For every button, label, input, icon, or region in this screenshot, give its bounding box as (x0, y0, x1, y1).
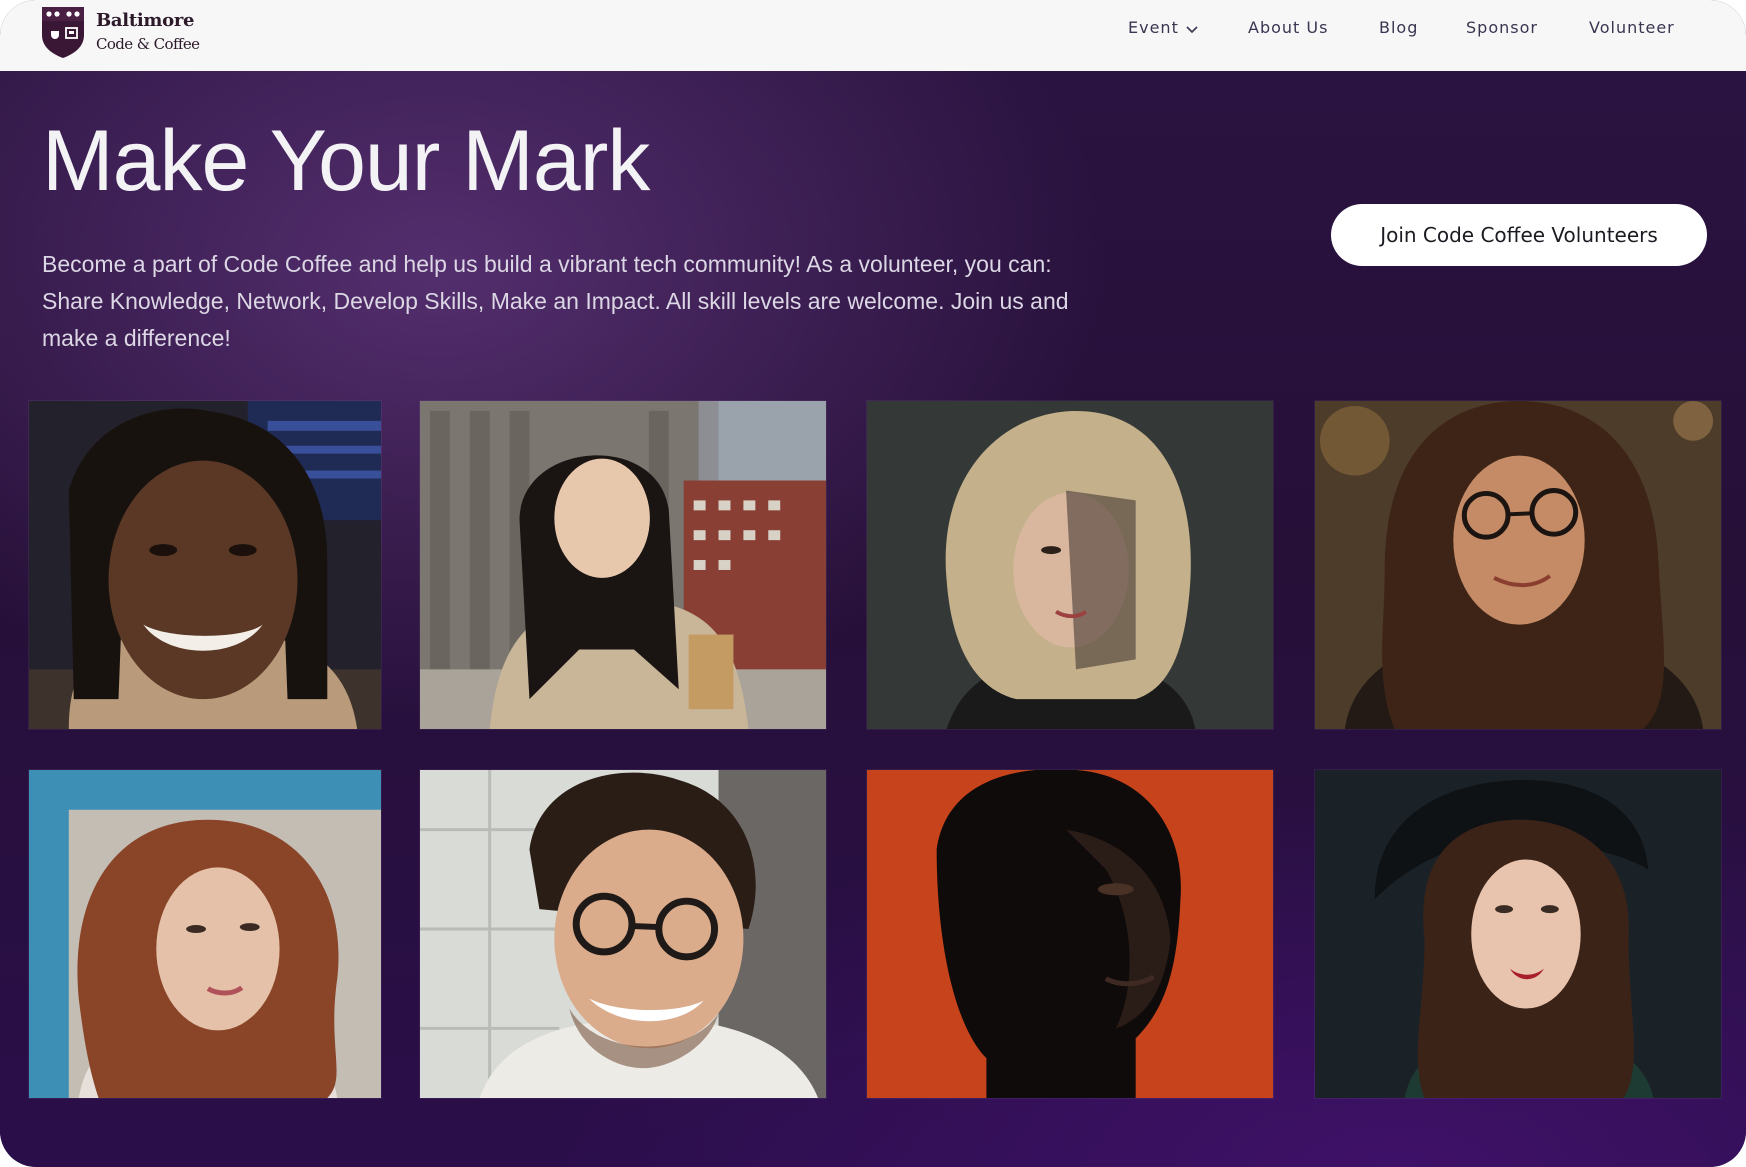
nav-item-sponsor[interactable]: Sponsor (1466, 18, 1538, 37)
volunteer-photo-5 (28, 769, 382, 1099)
brand-subname: Code & Coffee (96, 35, 200, 53)
volunteer-photo-1 (28, 400, 382, 730)
top-navbar: Baltimore Code & Coffee Event About Us B… (0, 0, 1746, 71)
volunteer-photo-8 (1314, 769, 1722, 1099)
chevron-down-icon (1186, 25, 1198, 33)
join-volunteers-button[interactable]: Join Code Coffee Volunteers (1331, 204, 1707, 266)
volunteer-photo-7 (866, 769, 1274, 1099)
volunteer-photo-6 (419, 769, 827, 1099)
nav-item-event-label: Event (1128, 18, 1179, 37)
hero-description: Become a part of Code Coffee and help us… (42, 251, 1069, 351)
volunteer-photo-2 (419, 400, 827, 730)
shield-crest-icon (42, 7, 84, 58)
nav-item-about-us[interactable]: About Us (1248, 18, 1328, 37)
nav-item-blog[interactable]: Blog (1379, 18, 1418, 37)
volunteer-photo-3 (866, 400, 1274, 730)
nav-item-volunteer[interactable]: Volunteer (1589, 18, 1675, 37)
hero-title: Make Your Mark (42, 113, 650, 209)
brand-name: Baltimore (96, 10, 195, 31)
brand-logo[interactable]: Baltimore Code & Coffee (40, 5, 200, 61)
nav-item-event[interactable]: Event (1128, 18, 1199, 37)
page-frame: Baltimore Code & Coffee Event About Us B… (0, 0, 1746, 1167)
volunteer-photo-4 (1314, 400, 1722, 730)
